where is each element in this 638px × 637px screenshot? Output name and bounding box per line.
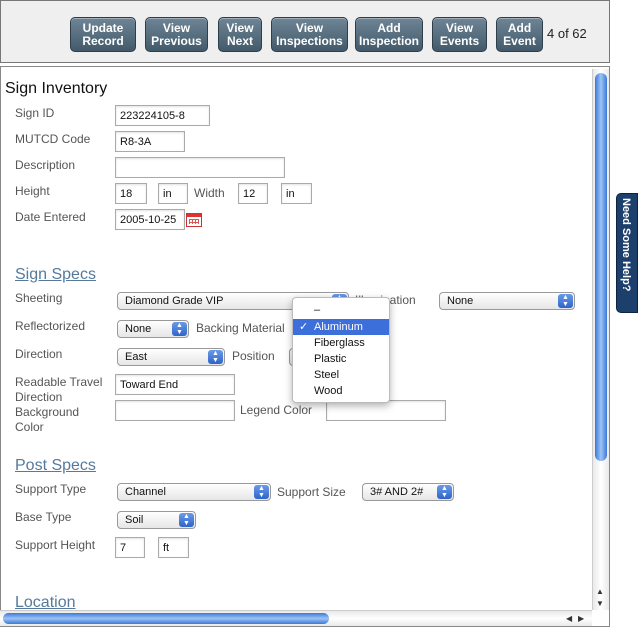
- menu-option-label: Aluminum: [314, 321, 363, 333]
- backing-material-menu: – ✓ Aluminum Fiberglass Plastic Steel Wo…: [292, 297, 390, 403]
- backing-material-label: Backing Material: [196, 321, 285, 335]
- width-label: Width: [194, 186, 225, 200]
- help-tab[interactable]: Need Some Help?: [616, 193, 638, 313]
- update-record-button[interactable]: Update Record: [70, 17, 136, 52]
- scroll-left-icon[interactable]: ◀: [566, 614, 572, 623]
- sign-id-label: Sign ID: [15, 106, 55, 120]
- support-height-unit-field[interactable]: ft: [158, 537, 189, 558]
- add-inspection-button[interactable]: Add Inspection: [355, 17, 423, 52]
- view-events-button[interactable]: View Events: [432, 17, 487, 52]
- sign-specs-heading: Sign Specs: [15, 266, 96, 283]
- menu-option-fiberglass[interactable]: Fiberglass: [293, 335, 389, 351]
- sheeting-value: Diamond Grade VIP: [125, 295, 224, 307]
- legend-color-label: Legend Color: [240, 403, 313, 417]
- background-color-label: Background Color: [15, 405, 80, 434]
- scroll-up-icon[interactable]: ▲: [596, 587, 604, 596]
- record-counter: 4 of 62: [547, 26, 587, 41]
- legend-color-field[interactable]: [326, 400, 446, 421]
- menu-option-none[interactable]: –: [293, 302, 389, 318]
- select-arrows-icon: ▲▼: [558, 294, 573, 308]
- description-field[interactable]: [115, 157, 285, 178]
- height-unit-field[interactable]: in: [158, 183, 188, 204]
- direction-label: Direction: [15, 347, 63, 361]
- mutcd-code-field[interactable]: R8-3A: [115, 131, 185, 152]
- support-height-label: Support Height: [15, 538, 96, 552]
- base-type-label: Base Type: [15, 510, 72, 524]
- sheeting-label: Sheeting: [15, 291, 63, 305]
- help-tab-label: Need Some Help?: [620, 198, 632, 292]
- post-specs-heading: Post Specs: [15, 457, 96, 474]
- select-arrows-icon: ▲▼: [254, 485, 269, 499]
- support-size-value: 3# AND 2#: [370, 486, 424, 498]
- height-label: Height: [15, 184, 50, 198]
- select-arrows-icon: ▲▼: [437, 485, 452, 499]
- view-previous-button[interactable]: View Previous: [145, 17, 208, 52]
- section-title-sign-inventory: Sign Inventory: [5, 80, 108, 97]
- toolbar: Update Record View Previous View Next Vi…: [0, 0, 610, 63]
- direction-value: East: [125, 351, 148, 363]
- height-field[interactable]: 18: [115, 183, 147, 204]
- menu-option-plastic[interactable]: Plastic: [293, 351, 389, 367]
- reflectorized-label: Reflectorized: [15, 319, 86, 333]
- date-entered-field[interactable]: 2005-10-25: [115, 209, 185, 230]
- view-inspections-button[interactable]: View Inspections: [271, 17, 348, 52]
- scroll-right-icon[interactable]: ▶: [578, 614, 584, 623]
- description-label: Description: [15, 158, 76, 172]
- readable-travel-direction-field[interactable]: Toward End: [115, 374, 235, 395]
- support-size-select[interactable]: 3# AND 2# ▲ ▼: [362, 483, 454, 501]
- illumination-value: None: [447, 295, 474, 307]
- support-height-field[interactable]: 7: [115, 537, 145, 558]
- select-arrows-icon: ▲▼: [179, 513, 194, 527]
- readable-travel-direction-label: Readable Travel Direction: [15, 375, 103, 404]
- illumination-select[interactable]: None ▲ ▼: [439, 292, 575, 310]
- reflectorized-value: None: [125, 323, 152, 335]
- horizontal-scroll-thumb[interactable]: [3, 613, 329, 624]
- menu-option-steel[interactable]: Steel: [293, 367, 389, 383]
- select-arrows-icon: ▲▼: [208, 350, 223, 364]
- vertical-scroll-thumb[interactable]: [595, 73, 607, 461]
- vertical-scrollbar[interactable]: ▲ ▼: [592, 69, 609, 610]
- horizontal-scrollbar[interactable]: ◀ ▶: [0, 610, 592, 626]
- base-type-select[interactable]: Soil ▲ ▼: [117, 511, 196, 529]
- menu-option-wood[interactable]: Wood: [293, 383, 389, 399]
- reflectorized-select[interactable]: None ▲ ▼: [117, 320, 189, 338]
- add-event-button[interactable]: Add Event: [496, 17, 543, 52]
- date-entered-label: Date Entered: [15, 210, 86, 224]
- width-unit-field[interactable]: in: [281, 183, 312, 204]
- calendar-icon[interactable]: [186, 213, 202, 227]
- view-next-button[interactable]: View Next: [218, 17, 262, 52]
- support-type-label: Support Type: [15, 482, 87, 496]
- select-arrows-icon: ▲▼: [172, 322, 187, 336]
- direction-select[interactable]: East ▲ ▼: [117, 348, 225, 366]
- mutcd-code-label: MUTCD Code: [15, 132, 91, 146]
- base-type-value: Soil: [125, 514, 144, 526]
- checkmark-icon: ✓: [299, 321, 309, 333]
- position-label: Position: [232, 349, 275, 363]
- sign-id-field[interactable]: 223224105-8: [115, 105, 210, 126]
- support-type-select[interactable]: Channel ▲ ▼: [117, 483, 271, 501]
- menu-option-aluminum[interactable]: ✓ Aluminum: [293, 319, 389, 335]
- scroll-down-icon[interactable]: ▼: [596, 599, 604, 608]
- background-color-field[interactable]: [115, 400, 235, 421]
- support-type-value: Channel: [125, 486, 166, 498]
- width-field[interactable]: 12: [238, 183, 268, 204]
- support-size-label: Support Size: [277, 485, 346, 499]
